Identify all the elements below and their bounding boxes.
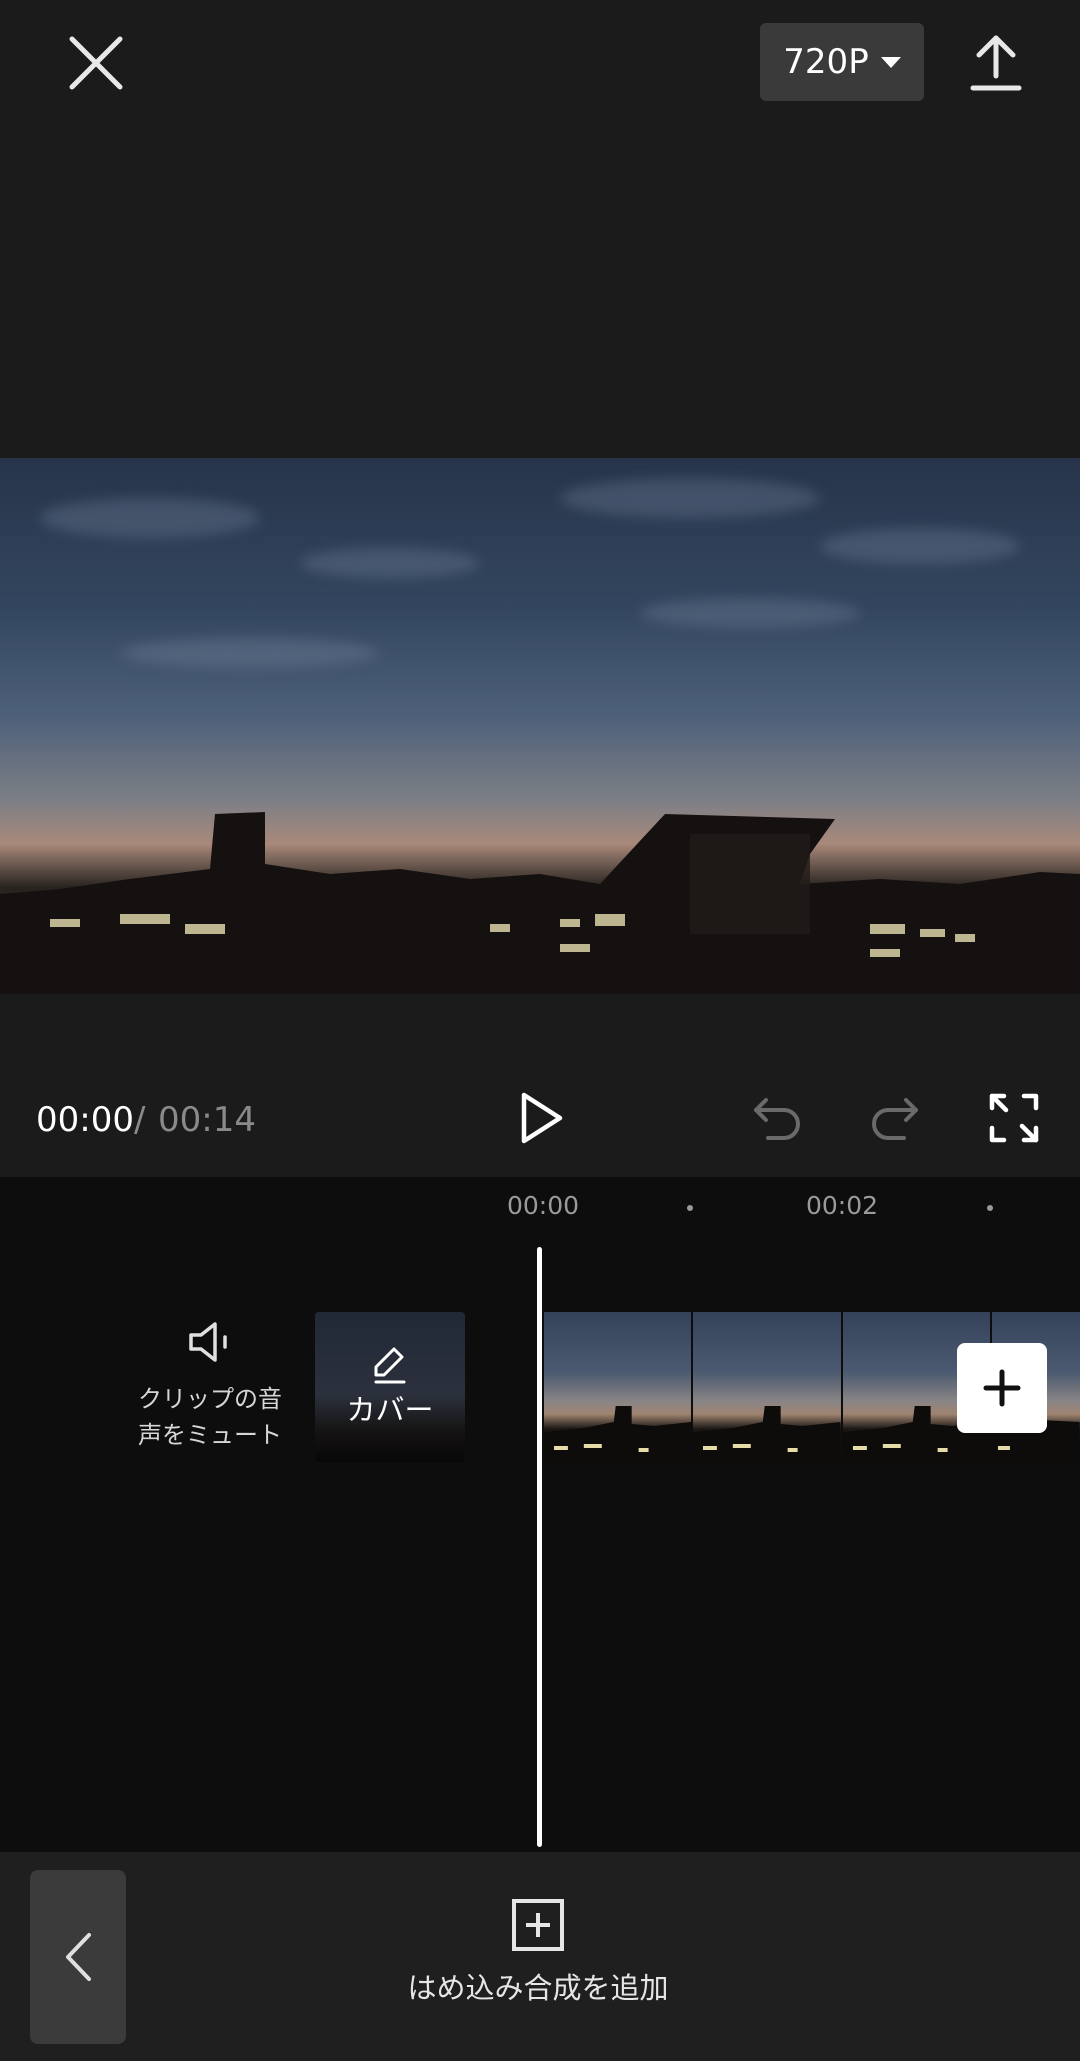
mute-label: クリップの音声をミュート [138, 1385, 282, 1449]
video-preview[interactable] [0, 458, 1080, 994]
add-overlay-button[interactable]: はめ込み合成を追加 [400, 1898, 676, 2010]
close-icon [69, 36, 123, 90]
back-button[interactable] [30, 1870, 126, 2044]
caret-down-icon [880, 56, 901, 68]
preview-area [0, 130, 1080, 1177]
playhead[interactable] [537, 1247, 542, 1847]
add-overlay-label: はめ込み合成を追加 [407, 1971, 669, 2005]
fullscreen-button[interactable] [988, 1092, 1040, 1144]
resolution-label: 720P [783, 42, 869, 82]
upload-icon [970, 35, 1022, 91]
mute-clip-audio-button[interactable]: クリップの音声をミュート [130, 1317, 290, 1453]
play-button[interactable] [516, 1090, 566, 1146]
pencil-icon [374, 1347, 406, 1384]
top-bar: 720P [0, 0, 1080, 130]
add-clip-button[interactable] [957, 1343, 1047, 1433]
resolution-dropdown[interactable]: 720P [760, 23, 924, 101]
bottom-toolbar: はめ込み合成を追加 [0, 1852, 1080, 2061]
cover-label: カバー [346, 1393, 434, 1427]
plus-icon [983, 1369, 1021, 1407]
close-button[interactable] [66, 33, 126, 93]
ruler-tick-dot [687, 1205, 693, 1211]
fullscreen-icon [989, 1093, 1039, 1143]
chevron-left-icon [66, 1933, 91, 1981]
timeline[interactable]: 00:00 00:02 クリップの音声をミュート カバー [0, 1177, 1080, 1852]
redo-icon [872, 1098, 918, 1140]
undo-button[interactable] [748, 1092, 804, 1144]
ruler-label-1: 00:02 [806, 1191, 879, 1220]
add-square-icon [512, 1899, 564, 1951]
ruler-tick-dot [987, 1205, 993, 1211]
speaker-icon [189, 1322, 227, 1362]
undo-icon [754, 1098, 800, 1140]
city-skyline-image [0, 812, 1080, 994]
export-button[interactable] [970, 34, 1022, 92]
cover-button[interactable]: カバー [315, 1312, 465, 1462]
current-time: 00:00 [36, 1100, 134, 1140]
playback-controls: 00:00 / 00:14 [0, 1070, 1080, 1177]
clip-thumbnail [693, 1312, 841, 1462]
time-separator: / [134, 1100, 146, 1140]
redo-button[interactable] [868, 1092, 924, 1144]
play-icon [521, 1092, 563, 1144]
ruler-label-0: 00:00 [507, 1191, 580, 1220]
clip-thumbnail [544, 1312, 692, 1462]
total-time: 00:14 [158, 1100, 256, 1140]
